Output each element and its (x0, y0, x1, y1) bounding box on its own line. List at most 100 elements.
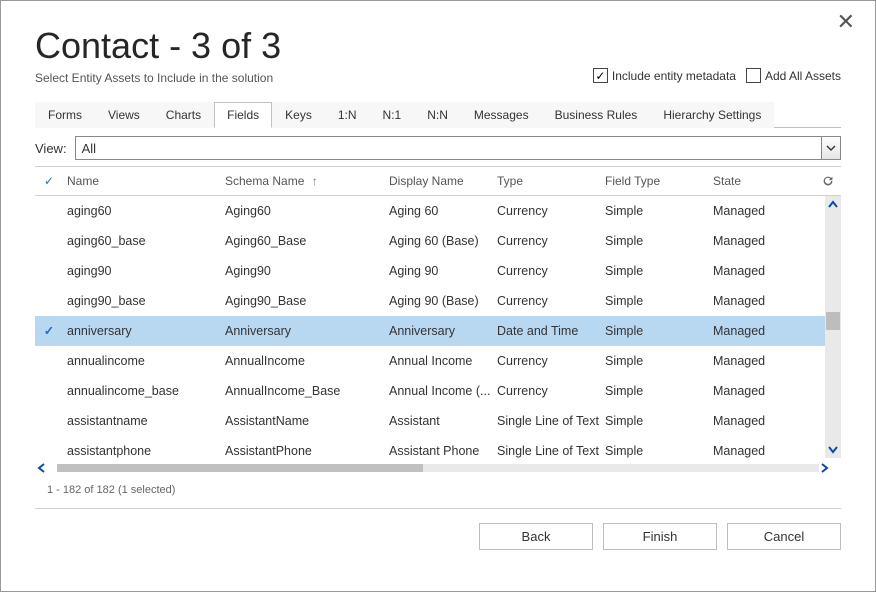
include-metadata-checkbox[interactable]: Include entity metadata (593, 68, 736, 83)
cell-field_type: Simple (605, 294, 713, 308)
add-all-assets-label: Add All Assets (765, 69, 841, 83)
close-icon[interactable]: ✕ (837, 11, 855, 33)
page-subtitle: Select Entity Assets to Include in the s… (35, 71, 273, 85)
cell-display: Aging 90 (Base) (389, 294, 497, 308)
check-icon: ✓ (44, 174, 54, 188)
cell-schema: Aging90 (225, 264, 389, 278)
view-value: All (82, 141, 96, 156)
finish-button[interactable]: Finish (603, 523, 717, 550)
table-row[interactable]: annualincomeAnnualIncomeAnnual IncomeCur… (35, 346, 825, 376)
tab-fields[interactable]: Fields (214, 102, 272, 128)
tab-keys[interactable]: Keys (272, 102, 325, 128)
tab-hierarchy-settings[interactable]: Hierarchy Settings (650, 102, 774, 128)
table-row[interactable]: ✓anniversaryAnniversaryAnniversaryDate a… (35, 316, 825, 346)
cell-field_type: Simple (605, 354, 713, 368)
cell-schema: Aging60 (225, 204, 389, 218)
scroll-right-icon[interactable] (819, 462, 841, 474)
cell-type: Currency (497, 294, 605, 308)
cell-state: Managed (713, 384, 825, 398)
tab-messages[interactable]: Messages (461, 102, 542, 128)
cell-type: Single Line of Text (497, 444, 605, 458)
cell-type: Currency (497, 264, 605, 278)
cell-display: Aging 60 (389, 204, 497, 218)
cell-name: annualincome_base (63, 384, 225, 398)
tab-forms[interactable]: Forms (35, 102, 95, 128)
cell-display: Annual Income (... (389, 384, 497, 398)
row-check[interactable]: ✓ (35, 323, 63, 338)
scroll-left-icon[interactable] (35, 462, 57, 474)
table-row[interactable]: assistantphoneAssistantPhoneAssistant Ph… (35, 436, 825, 458)
cell-name: assistantphone (63, 444, 225, 458)
vertical-scrollbar[interactable] (825, 196, 841, 458)
cell-field_type: Simple (605, 264, 713, 278)
cell-schema: Aging60_Base (225, 234, 389, 248)
cell-state: Managed (713, 444, 825, 458)
hscroll-thumb[interactable] (57, 464, 423, 472)
page-title: Contact - 3 of 3 (35, 25, 841, 67)
header-check[interactable]: ✓ (35, 174, 63, 188)
cell-field_type: Simple (605, 204, 713, 218)
status-text: 1 - 182 of 182 (1 selected) (47, 484, 841, 496)
table-row[interactable]: aging60_baseAging60_BaseAging 60 (Base)C… (35, 226, 825, 256)
horizontal-scrollbar[interactable] (35, 460, 841, 476)
header-field-type[interactable]: Field Type (605, 174, 713, 188)
tab-n-n[interactable]: N:N (414, 102, 461, 128)
scroll-thumb[interactable] (826, 312, 840, 330)
tab-n-1[interactable]: N:1 (370, 102, 415, 128)
refresh-icon[interactable] (821, 174, 841, 188)
cell-name: aging60_base (63, 234, 225, 248)
checkbox-icon (593, 68, 608, 83)
cell-display: Aging 90 (389, 264, 497, 278)
cell-schema: AssistantPhone (225, 444, 389, 458)
table-row[interactable]: assistantnameAssistantNameAssistantSingl… (35, 406, 825, 436)
cell-display: Annual Income (389, 354, 497, 368)
hscroll-track[interactable] (57, 464, 819, 472)
chevron-down-icon[interactable] (821, 137, 840, 159)
cell-type: Currency (497, 234, 605, 248)
cell-display: Assistant Phone (389, 444, 497, 458)
cell-schema: Anniversary (225, 324, 389, 338)
table-row[interactable]: annualincome_baseAnnualIncome_BaseAnnual… (35, 376, 825, 406)
header-name[interactable]: Name (63, 174, 225, 188)
cell-type: Currency (497, 204, 605, 218)
cell-type: Single Line of Text (497, 414, 605, 428)
scroll-down-icon[interactable] (827, 442, 839, 458)
view-select[interactable]: All (75, 136, 841, 160)
cell-field_type: Simple (605, 324, 713, 338)
grid-header: ✓ Name Schema Name ↑ Display Name Type F… (35, 166, 841, 196)
grid-body: aging60Aging60Aging 60CurrencySimpleMana… (35, 196, 841, 458)
tab-bar: FormsViewsChartsFieldsKeys1:NN:1N:NMessa… (35, 101, 841, 128)
back-button[interactable]: Back (479, 523, 593, 550)
cancel-button[interactable]: Cancel (727, 523, 841, 550)
add-all-assets-checkbox[interactable]: Add All Assets (746, 68, 841, 83)
table-row[interactable]: aging60Aging60Aging 60CurrencySimpleMana… (35, 196, 825, 226)
header: Contact - 3 of 3 Select Entity Assets to… (1, 1, 875, 97)
table-row[interactable]: aging90_baseAging90_BaseAging 90 (Base)C… (35, 286, 825, 316)
dialog: ✕ Contact - 3 of 3 Select Entity Assets … (0, 0, 876, 592)
cell-type: Currency (497, 354, 605, 368)
header-type[interactable]: Type (497, 174, 605, 188)
view-row: View: All (35, 136, 841, 160)
checkbox-icon (746, 68, 761, 83)
cell-display: Anniversary (389, 324, 497, 338)
header-state[interactable]: State (713, 174, 821, 188)
cell-state: Managed (713, 234, 825, 248)
header-display[interactable]: Display Name (389, 174, 497, 188)
scroll-up-icon[interactable] (827, 196, 839, 212)
cell-name: annualincome (63, 354, 225, 368)
cell-state: Managed (713, 354, 825, 368)
sort-asc-icon: ↑ (312, 174, 318, 188)
rows-viewport: aging60Aging60Aging 60CurrencySimpleMana… (35, 196, 825, 458)
tab-business-rules[interactable]: Business Rules (542, 102, 651, 128)
cell-name: aging90_base (63, 294, 225, 308)
tab-views[interactable]: Views (95, 102, 153, 128)
cell-state: Managed (713, 294, 825, 308)
cell-state: Managed (713, 324, 825, 338)
cell-state: Managed (713, 264, 825, 278)
check-icon: ✓ (44, 324, 54, 338)
tab-1-n[interactable]: 1:N (325, 102, 370, 128)
tab-charts[interactable]: Charts (153, 102, 214, 128)
header-schema[interactable]: Schema Name ↑ (225, 174, 389, 188)
table-row[interactable]: aging90Aging90Aging 90CurrencySimpleMana… (35, 256, 825, 286)
cell-schema: AnnualIncome (225, 354, 389, 368)
